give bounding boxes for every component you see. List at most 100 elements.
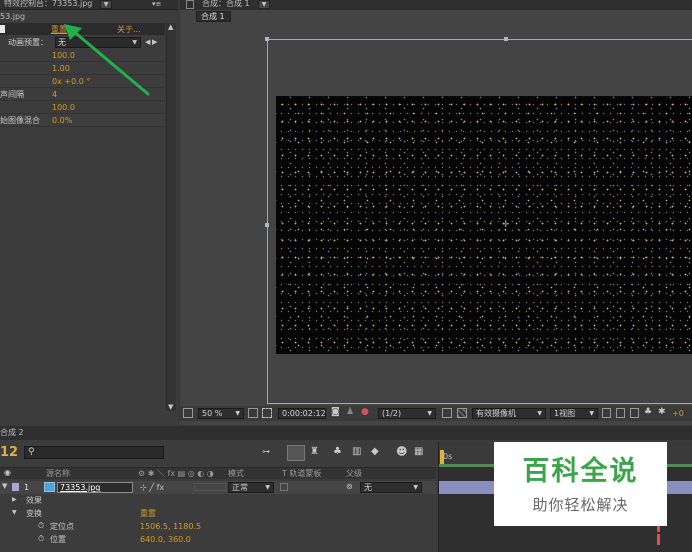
comp-mini-flowchart-icon[interactable]: ⊶ bbox=[262, 447, 270, 456]
col-trkmat[interactable]: T 轨道蒙板 bbox=[282, 468, 321, 479]
bbox-handle[interactable] bbox=[265, 223, 269, 227]
motion-blur-icon[interactable]: ◆ bbox=[371, 446, 379, 457]
property-row: ▼ 变换 重置 bbox=[0, 508, 436, 520]
property-value[interactable]: 640.0, 360.0 bbox=[140, 534, 191, 545]
comp-subtab[interactable]: 合成 1 bbox=[196, 11, 231, 22]
blend-mode-value: 正常 bbox=[232, 483, 248, 492]
effect-prop-row: 始图像混合 0.0% bbox=[0, 115, 165, 127]
shy-icon[interactable]: ♣ bbox=[333, 446, 342, 457]
chevron-down-icon: ▼ bbox=[427, 410, 432, 417]
layer-number: 1 bbox=[24, 483, 30, 492]
zoom-value: 50 % bbox=[202, 409, 223, 418]
fast-preview-icon[interactable] bbox=[616, 408, 625, 418]
brainstorm-icon[interactable]: ▦ bbox=[414, 446, 423, 457]
col-switches-icon: ⚙ ✱ ＼ fx ▤ ◎ ◐ ◑ bbox=[138, 469, 214, 478]
chevron-down-icon: ▼ bbox=[235, 410, 240, 417]
roi-icon[interactable] bbox=[442, 408, 452, 418]
current-time-indicator[interactable] bbox=[440, 450, 444, 464]
timeline-search-input[interactable]: ⚲ bbox=[24, 446, 164, 459]
bbox-handle[interactable] bbox=[504, 37, 508, 41]
effect-prop-value[interactable]: 4 bbox=[52, 89, 57, 100]
comp-panel: 合成：合成 1 ▼ 合成 1 ✛ 50 % ▼ 0:00:02:12 ◙ ♟ ●… bbox=[180, 0, 692, 425]
scroll-up-icon[interactable]: ▲ bbox=[168, 23, 173, 31]
stopwatch-icon[interactable]: ⏱ bbox=[38, 521, 44, 531]
comp-subtab-label: 合成 1 bbox=[201, 12, 225, 21]
keyframe-marker[interactable] bbox=[657, 534, 660, 545]
exposure-value[interactable]: +0 bbox=[672, 408, 684, 419]
effects-tab-bar: 特效控制台：73353.jpg ▼ ▾≡ bbox=[0, 0, 178, 10]
lock-icon[interactable] bbox=[186, 0, 194, 9]
stopwatch-icon[interactable]: ⏱ bbox=[38, 534, 44, 544]
layer-name-field[interactable]: 73353.jpg bbox=[57, 482, 133, 493]
timecode-display[interactable]: 0:00:02:12 bbox=[278, 408, 326, 419]
property-row: ▶ 效果 bbox=[0, 495, 436, 507]
comp-tab-label[interactable]: 合成：合成 1 bbox=[202, 0, 250, 9]
view-layout-value: 1视图 bbox=[554, 409, 576, 418]
watermark-title: 百科全说 bbox=[522, 456, 639, 487]
expand-arrow-icon[interactable]: ▶ bbox=[12, 496, 17, 503]
eye-icon: ◉ bbox=[4, 468, 11, 477]
show-snapshot-icon[interactable]: ♟ bbox=[346, 407, 354, 417]
always-preview-icon[interactable] bbox=[183, 408, 193, 418]
col-parent[interactable]: 父级 bbox=[346, 468, 362, 479]
property-value[interactable]: 1506.5, 1180.5 bbox=[140, 521, 201, 532]
resolution-dropdown[interactable]: (1/2) ▼ bbox=[378, 408, 436, 419]
layer-switches[interactable]: ⊹ ╱ fx bbox=[140, 482, 164, 493]
effect-prop-row: 100.0 bbox=[0, 102, 165, 114]
transparency-grid-icon[interactable] bbox=[457, 408, 467, 418]
effect-checkbox[interactable] bbox=[0, 25, 5, 33]
property-label: 效果 bbox=[26, 496, 42, 505]
effects-tab-label[interactable]: 特效控制台：73353.jpg bbox=[4, 0, 92, 9]
watermark-subtitle: 助你轻松解决 bbox=[532, 496, 629, 514]
parent-value: 无 bbox=[364, 483, 372, 492]
scroll-down-icon[interactable]: ▼ bbox=[168, 403, 173, 411]
expand-arrow-icon[interactable]: ▼ bbox=[12, 509, 17, 516]
graph-editor-icon[interactable]: ☻ bbox=[396, 445, 407, 458]
toggle-pixel-icon[interactable] bbox=[602, 408, 611, 418]
effect-prop-value[interactable]: 0.0% bbox=[52, 115, 72, 126]
col-source-name[interactable]: 源名称 bbox=[46, 468, 70, 479]
camera-dropdown[interactable]: 有效摄像机 ▼ bbox=[472, 408, 546, 419]
comp-tab-bar: 合成：合成 1 ▼ bbox=[180, 0, 692, 10]
flowchart-icon[interactable]: ♣ bbox=[644, 407, 652, 417]
snapshot-icon[interactable]: ◙ bbox=[331, 407, 340, 417]
label-color-swatch[interactable] bbox=[12, 483, 19, 491]
tab-menu-icon[interactable]: ▼ bbox=[100, 0, 112, 9]
comp-tab-menu-icon[interactable]: ▼ bbox=[258, 0, 270, 9]
panel-menu-icon[interactable]: ▾≡ bbox=[152, 0, 164, 9]
layer-row[interactable]: ▼ 1 73353.jpg ⊹ ╱ fx 正常 ▼ ⊚ 无 ▼ bbox=[0, 481, 436, 494]
layer-expand-icon[interactable]: ▼ bbox=[2, 482, 7, 490]
layer-name: 73353.jpg bbox=[60, 483, 101, 492]
effect-prop-label: 声间隔 bbox=[0, 90, 24, 99]
fit-icon[interactable] bbox=[248, 408, 258, 418]
frame-blend-icon[interactable]: ▥ bbox=[352, 446, 361, 457]
zoom-dropdown[interactable]: 50 % ▼ bbox=[198, 408, 244, 419]
view-layout-dropdown[interactable]: 1视图 ▼ bbox=[550, 408, 598, 419]
bbox-handle[interactable] bbox=[265, 37, 269, 41]
pickwhip-icon[interactable]: ⊚ bbox=[346, 482, 353, 491]
parent-dropdown[interactable]: 无 ▼ bbox=[360, 482, 422, 493]
channel-icon[interactable]: ● bbox=[361, 407, 369, 417]
chevron-down-icon: ▼ bbox=[537, 410, 542, 417]
timeline-icon[interactable] bbox=[630, 408, 639, 418]
layer-switch-boxes[interactable] bbox=[194, 483, 226, 491]
region-icon[interactable] bbox=[262, 408, 272, 418]
comp-viewer[interactable]: ✛ bbox=[180, 24, 692, 404]
timeline-tab-label[interactable]: 合成 2 bbox=[0, 427, 24, 438]
property-row: ⏱ 位置 640.0, 360.0 bbox=[0, 534, 436, 546]
col-mode[interactable]: 模式 bbox=[228, 468, 244, 479]
timeline-tab-bar: 合成 2 bbox=[0, 426, 692, 440]
live-update-icon[interactable] bbox=[287, 445, 305, 461]
current-time[interactable]: 12 bbox=[0, 445, 18, 461]
exposure-icon[interactable]: ✱ bbox=[658, 407, 666, 417]
effects-scrollbar[interactable]: ▲ ▼ bbox=[166, 23, 176, 411]
comp-toolbar: 50 % ▼ 0:00:02:12 ◙ ♟ ● (1/2) ▼ 有效摄像机 ▼ … bbox=[180, 406, 692, 421]
anim-preset-label: 动画预置： bbox=[8, 38, 48, 47]
trkmat-box[interactable] bbox=[280, 483, 288, 491]
blend-mode-dropdown[interactable]: 正常 ▼ bbox=[228, 482, 274, 493]
anchor-point-icon[interactable]: ✛ bbox=[502, 220, 510, 230]
transform-reset-link[interactable]: 重置 bbox=[140, 508, 156, 519]
annotation-arrow bbox=[64, 24, 150, 96]
effect-prop-value[interactable]: 100.0 bbox=[52, 102, 75, 113]
draft-3d-icon[interactable]: ♜ bbox=[310, 446, 319, 457]
